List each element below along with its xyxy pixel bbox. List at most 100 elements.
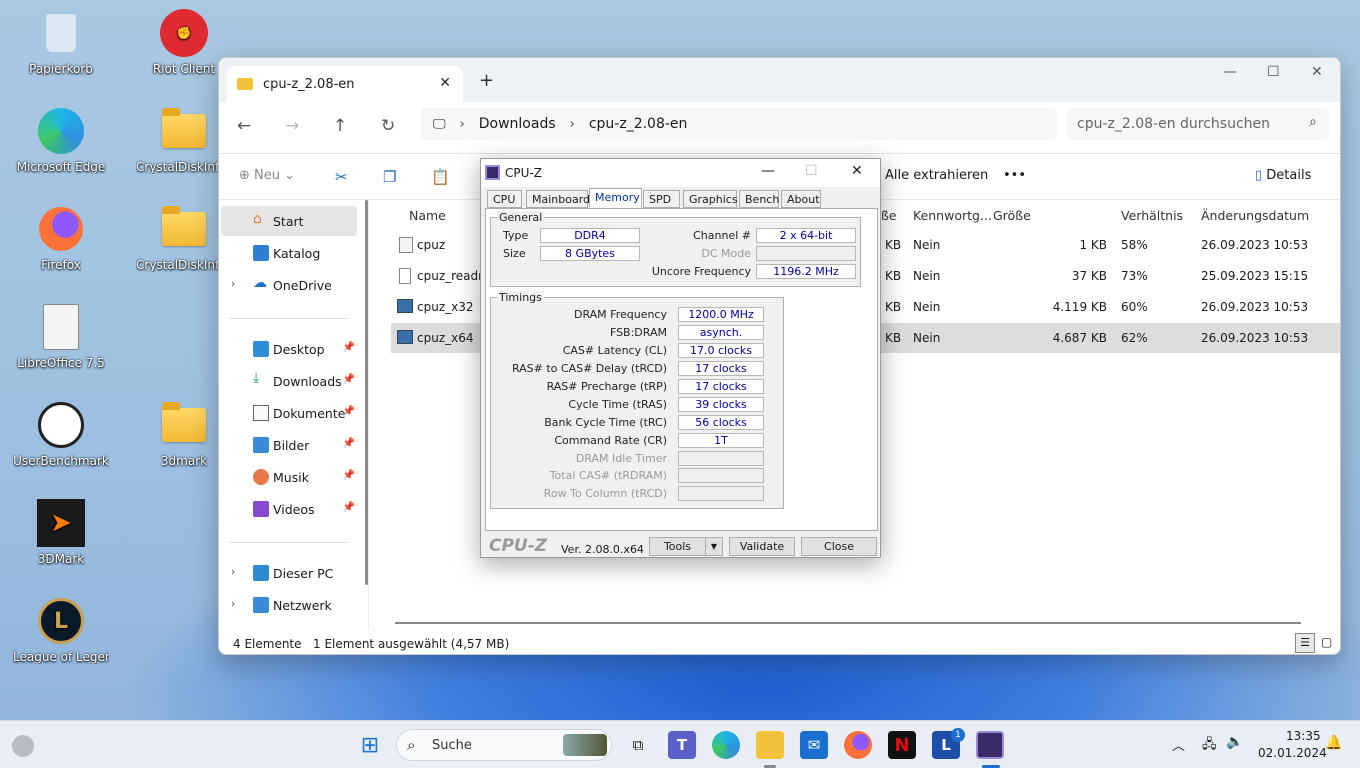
network-tray-icon[interactable]: 🖧 (1202, 735, 1217, 757)
chevron-up-icon[interactable]: ︿ (1172, 735, 1185, 754)
column-header-password[interactable]: Kennwortg... (913, 208, 992, 223)
desktop-icon-3dmark[interactable]: ➤ 3DMark (13, 498, 109, 566)
more-options-button[interactable]: ••• (1003, 168, 1026, 183)
sidebar-item-dokumente[interactable]: Dokumente 📌 (221, 398, 357, 428)
desktop-icon-recycle-bin[interactable]: Papierkorb (13, 8, 109, 76)
tab-bench[interactable]: Bench (739, 190, 779, 208)
taskbar-search-label: Suche (432, 738, 472, 753)
edge-taskbar-icon[interactable] (712, 731, 740, 759)
timings-group: Timings DRAM Frequency 1200.0 MHz FSB:DR… (490, 291, 784, 509)
details-button[interactable]: ▯ Details (1255, 168, 1311, 183)
tab-title: cpu-z_2.08-en (263, 76, 355, 92)
minimize-icon[interactable]: — (1223, 64, 1237, 80)
maximize-icon: ☐ (805, 163, 818, 179)
sidebar-item-onedrive[interactable]: › ☁ OneDrive (221, 270, 357, 300)
pin-icon: 📌 (342, 502, 355, 513)
document-icon (253, 405, 269, 421)
tab-graphics[interactable]: Graphics (683, 190, 738, 208)
sidebar-scrollbar[interactable] (365, 200, 368, 585)
timing-label: CAS# Latency (CL) (562, 344, 667, 357)
channel-value: 2 x 64-bit (756, 228, 856, 243)
netflix-icon[interactable]: N (888, 731, 916, 759)
start-button[interactable]: ⊞ (356, 731, 384, 759)
tools-dropdown-icon[interactable]: ▼ (705, 537, 723, 556)
firefox-taskbar-icon[interactable] (844, 731, 872, 759)
close-window-icon[interactable]: ✕ (851, 163, 863, 179)
clock-date[interactable]: 02.01.2024 (1258, 746, 1327, 760)
teams-icon[interactable]: T (668, 731, 696, 759)
mail-icon[interactable]: ✉ (800, 731, 828, 759)
tab-spd[interactable]: SPD (643, 190, 680, 208)
details-view-icon[interactable]: ☰ (1295, 633, 1315, 653)
sidebar-item-dieser-pc[interactable]: › Dieser PC (221, 558, 357, 588)
minimize-icon[interactable]: — (761, 163, 775, 179)
breadcrumb-downloads[interactable]: Downloads (479, 116, 556, 132)
cpu-z-taskbar-icon[interactable] (976, 731, 1004, 759)
search-input[interactable]: cpu-z_2.08-en durchsuchen ⌕ (1067, 108, 1329, 140)
task-view-icon[interactable]: ⧉ (624, 731, 652, 759)
tools-button[interactable]: Tools (649, 537, 706, 556)
desktop-icon-edge[interactable]: Microsoft Edge (13, 106, 109, 174)
desktop-icon-userbenchmark[interactable]: UserBenchmark (13, 400, 109, 468)
forward-icon[interactable]: → (285, 116, 299, 136)
close-tab-icon[interactable]: ✕ (439, 75, 451, 91)
tab-memory[interactable]: Memory (589, 188, 642, 208)
sidebar-item-netzwerk[interactable]: › Netzwerk (221, 590, 357, 620)
zip-folder-icon (159, 204, 209, 254)
timing-label: Cycle Time (tRAS) (568, 398, 667, 411)
recycle-bin-icon (36, 8, 86, 58)
horizontal-scrollbar[interactable] (395, 622, 1301, 624)
desktop-icon-libreoffice[interactable]: LibreOffice 7.5 (13, 302, 109, 370)
volume-icon[interactable]: 🔈 (1226, 734, 1243, 750)
tab-about[interactable]: About (781, 190, 821, 208)
refresh-icon[interactable]: ↻ (381, 116, 395, 136)
timing-value: asynch. (678, 325, 764, 340)
column-header-name[interactable]: Name (409, 208, 446, 223)
validate-button[interactable]: Validate (729, 537, 795, 556)
sidebar-item-videos[interactable]: Videos 📌 (221, 494, 357, 524)
new-button[interactable]: ⊕ Neu ⌄ (239, 168, 295, 183)
up-icon[interactable]: ↑ (333, 116, 347, 136)
address-bar[interactable]: 🖵 › Downloads › cpu-z_2.08-en (421, 108, 1057, 140)
timing-value: 17.0 clocks (678, 343, 764, 358)
chevron-right-icon: › (231, 565, 236, 578)
breadcrumb-current[interactable]: cpu-z_2.08-en (589, 116, 688, 132)
notification-bell-icon[interactable]: 🔔 (1325, 735, 1342, 751)
paste-icon[interactable]: 📋 (431, 168, 450, 186)
details-pane-icon: ▯ (1255, 168, 1263, 183)
tab-mainboard[interactable]: Mainboard (526, 190, 590, 208)
cpu-z-titlebar[interactable]: CPU-Z — ☐ ✕ (481, 159, 880, 187)
sidebar-item-downloads[interactable]: ⤓ Downloads 📌 (221, 366, 357, 396)
sidebar-item-katalog[interactable]: Katalog (221, 238, 357, 268)
copy-icon[interactable]: ❐ (383, 168, 396, 186)
column-header-packed-size[interactable]: ße (881, 208, 897, 223)
extract-all-button[interactable]: Alle extrahieren (885, 168, 988, 183)
sidebar-item-bilder[interactable]: Bilder 📌 (221, 430, 357, 460)
weather-icon[interactable] (12, 735, 34, 757)
sidebar-item-start[interactable]: ⌂ Start (221, 206, 357, 236)
sidebar-item-desktop[interactable]: Desktop 📌 (221, 334, 357, 364)
desktop-icon-league-of-legends[interactable]: L League of Legends (13, 596, 109, 664)
sidebar-item-musik[interactable]: Musik 📌 (221, 462, 357, 492)
gallery-icon (253, 245, 269, 261)
column-header-size[interactable]: Größe (993, 208, 1031, 223)
channel-label: Channel # (693, 229, 751, 242)
memory-panel: General Type DDR4 Size 8 GBytes Channel … (485, 208, 878, 531)
file-explorer-taskbar-icon[interactable] (756, 731, 784, 759)
tab-cpu-z[interactable]: cpu-z_2.08-en ✕ (227, 66, 463, 102)
maximize-icon[interactable]: ☐ (1267, 64, 1280, 80)
tiles-view-icon[interactable]: ▢ (1321, 635, 1332, 649)
close-button[interactable]: Close (801, 537, 877, 556)
size-label: Size (503, 247, 526, 260)
desktop-icon-firefox[interactable]: Firefox (13, 204, 109, 272)
timing-value: 1200.0 MHz (678, 307, 764, 322)
tab-cpu[interactable]: CPU (487, 190, 522, 208)
close-window-icon[interactable]: ✕ (1311, 64, 1323, 80)
column-header-ratio[interactable]: Verhältnis (1121, 208, 1183, 223)
back-icon[interactable]: ← (237, 116, 251, 136)
clock-time[interactable]: 13:35 (1286, 729, 1321, 743)
cut-icon[interactable]: ✂ (335, 168, 348, 186)
taskbar-search[interactable]: ⌕ Suche (396, 729, 612, 761)
new-tab-icon[interactable]: + (479, 70, 494, 91)
column-header-date[interactable]: Änderungsdatum (1201, 208, 1309, 223)
